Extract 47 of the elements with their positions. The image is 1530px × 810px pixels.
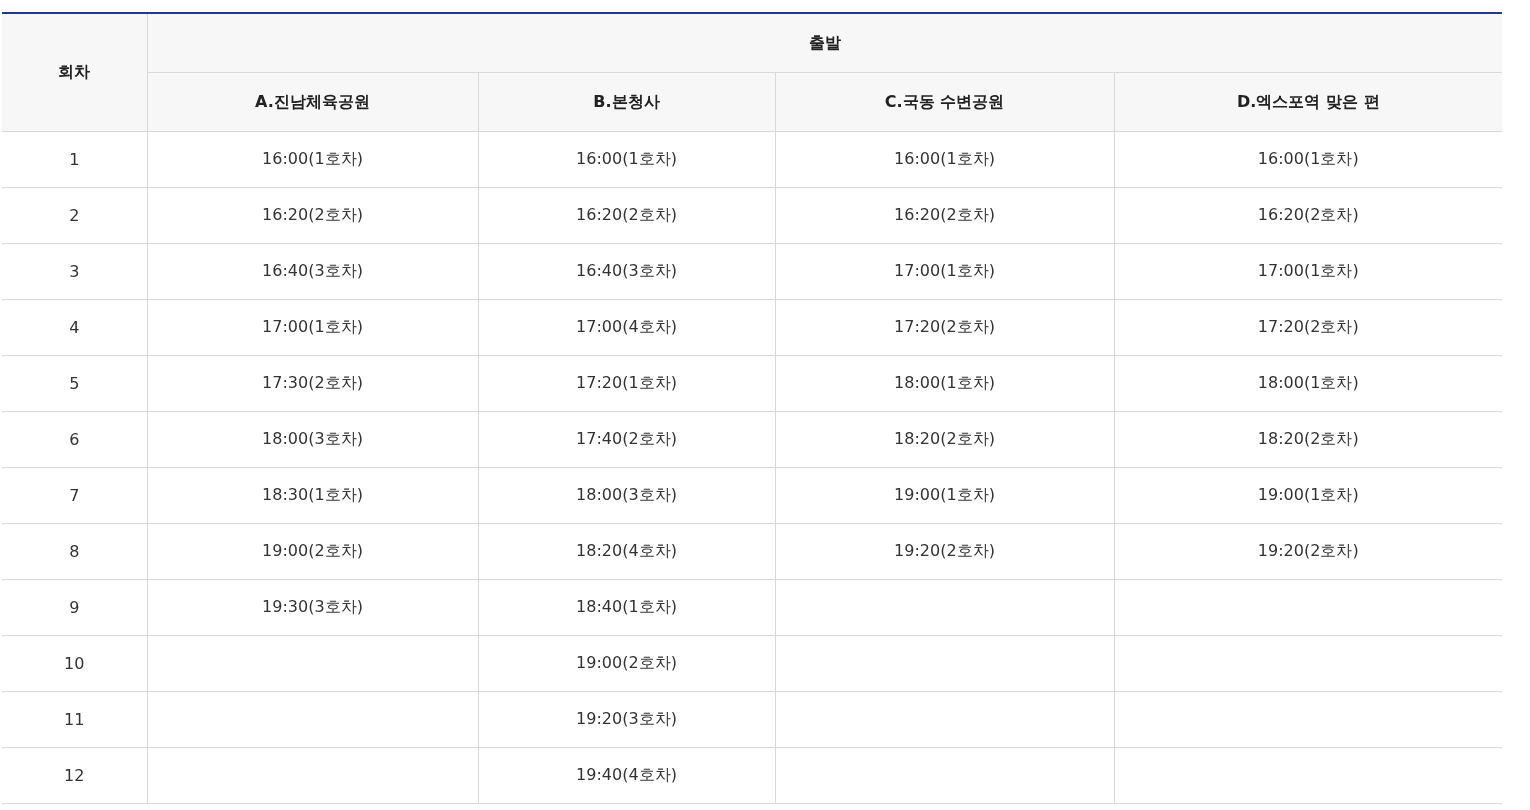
table-cell: 18:30(1호차) (147, 467, 478, 524)
table-cell: 16:40(3호차) (147, 243, 478, 300)
table-cell: 12 (2, 747, 147, 804)
table-cell: 19:20(2호차) (775, 523, 1114, 580)
table-cell: 19:00(2호차) (147, 523, 478, 580)
table-cell: 18:20(4호차) (478, 523, 775, 580)
header-cell: 출발 (147, 13, 1502, 73)
table-cell: 18:00(1호차) (775, 355, 1114, 412)
table-cell: 10 (2, 635, 147, 692)
table-cell: 16:00(1호차) (478, 131, 775, 188)
table-cell: 8 (2, 523, 147, 580)
table-cell: 19:40(4호차) (478, 747, 775, 804)
table-cell: 19:00(2호차) (478, 635, 775, 692)
header-cell: D.엑스포역 맞은 편 (1114, 72, 1502, 132)
table-cell: 5 (2, 355, 147, 412)
table-cell: 7 (2, 467, 147, 524)
table-cell: 17:00(1호차) (147, 299, 478, 356)
table-cell: 17:40(2호차) (478, 411, 775, 468)
table-cell: 6 (2, 411, 147, 468)
table-cell: 3 (2, 243, 147, 300)
table-cell: 17:00(4호차) (478, 299, 775, 356)
table-cell: 18:20(2호차) (775, 411, 1114, 468)
table-cell: 17:30(2호차) (147, 355, 478, 412)
table-cell: 4 (2, 299, 147, 356)
table-cell: 9 (2, 579, 147, 636)
table-cell: 16:00(1호차) (147, 131, 478, 188)
table-cell: 16:20(2호차) (478, 187, 775, 244)
table-cell: 16:20(2호차) (775, 187, 1114, 244)
table-cell: 19:20(3호차) (478, 691, 775, 748)
header-cell: B.본청사 (478, 72, 775, 132)
table-cell: 17:20(1호차) (478, 355, 775, 412)
table-cell: 2 (2, 187, 147, 244)
table-cell: 18:00(3호차) (147, 411, 478, 468)
table-cell: 16:00(1호차) (775, 131, 1114, 188)
table-cell: 18:00(3호차) (478, 467, 775, 524)
table-cell: 11 (2, 691, 147, 748)
header-cell: 회차 (2, 13, 147, 132)
table-cell: 17:00(1호차) (775, 243, 1114, 300)
header-cell: C.국동 수변공원 (775, 72, 1114, 132)
table-cell: 19:00(1호차) (775, 467, 1114, 524)
table-cell: 18:40(1호차) (478, 579, 775, 636)
table-cell: 16:20(2호차) (147, 187, 478, 244)
header-cell: A.진남체육공원 (147, 72, 478, 132)
table-cell: 16:40(3호차) (478, 243, 775, 300)
table-cell: 17:20(2호차) (775, 299, 1114, 356)
table-cell: 1 (2, 131, 147, 188)
table-cell: 19:30(3호차) (147, 579, 478, 636)
